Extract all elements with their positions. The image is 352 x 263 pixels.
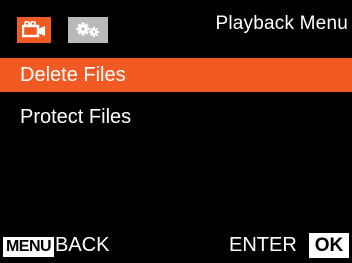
enter-label: ENTER — [229, 234, 297, 256]
gears-icon — [76, 22, 99, 37]
tab-settings[interactable] — [68, 17, 108, 43]
video-camera-icon — [22, 21, 45, 38]
menu-item-label: Delete Files — [20, 64, 126, 86]
menu-header: Playback Menu — [0, 0, 352, 45]
menu-key-badge[interactable]: MENU — [3, 237, 54, 257]
menu-item-delete-files[interactable]: Delete Files — [0, 58, 352, 92]
menu-item-label: Protect Files — [20, 106, 132, 128]
menu-item-protect-files[interactable]: Protect Files — [0, 100, 352, 134]
ok-key-badge[interactable]: OK — [309, 233, 349, 258]
back-label: BACK — [55, 234, 110, 256]
tab-video[interactable] — [17, 17, 51, 43]
menu-title: Playback Menu — [215, 13, 348, 34]
